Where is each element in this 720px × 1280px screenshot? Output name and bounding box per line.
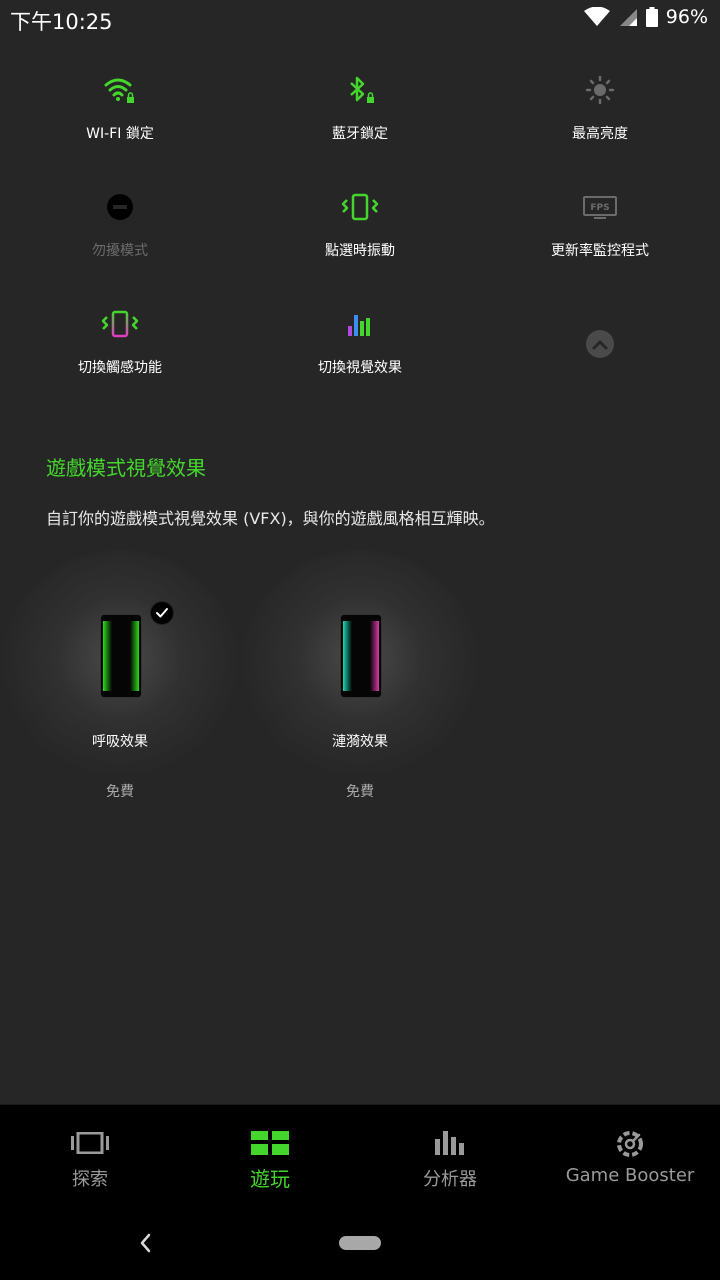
tile-fps-monitor[interactable]: FPS 更新率監控程式 (480, 187, 720, 287)
battery-icon (645, 7, 658, 27)
status-time: 下午10:25 (10, 10, 113, 34)
do-not-disturb-icon (0, 187, 240, 227)
chevron-up-icon (592, 340, 608, 350)
tile-label: 最高亮度 (572, 126, 628, 142)
game-booster-icon (540, 1127, 720, 1159)
tile-visual-effects-toggle[interactable]: 切換視覺效果 (240, 304, 480, 404)
collapse-button[interactable] (586, 330, 614, 358)
nav-label: 遊玩 (250, 1167, 290, 1191)
tile-tap-vibrate[interactable]: 點選時振動 (240, 187, 480, 287)
cell-signal-icon (619, 9, 637, 26)
wifi-signal-icon (583, 7, 610, 26)
phone-preview-breathing (100, 614, 142, 698)
tile-label: 更新率監控程式 (551, 243, 649, 259)
status-icons: 96% (583, 6, 708, 28)
vfx-name: 呼吸效果 (92, 734, 148, 750)
nav-tab-game-booster[interactable]: Game Booster (540, 1105, 720, 1207)
bottom-nav: 探索 遊玩 分析器 Game Booster (0, 1104, 720, 1207)
vibrate-icon (240, 187, 480, 227)
battery-percent: 96% (665, 6, 708, 28)
nav-tab-play[interactable]: 遊玩 (180, 1105, 360, 1207)
visual-effects-icon (240, 304, 480, 344)
home-button[interactable] (339, 1236, 381, 1250)
tile-do-not-disturb[interactable]: 勿擾模式 (0, 187, 240, 287)
phone-preview-ripple (340, 614, 382, 698)
section-title: 遊戲模式視覺效果 (46, 456, 206, 480)
play-grid-icon (180, 1127, 360, 1159)
nav-label: 分析器 (423, 1169, 477, 1190)
nav-tab-explore[interactable]: 探索 (0, 1105, 180, 1207)
tile-label: WI-FI 鎖定 (86, 126, 154, 142)
system-nav-bar (0, 1206, 720, 1280)
vfx-price: 免費 (106, 784, 134, 800)
status-bar: 下午10:25 96% (0, 0, 720, 38)
bluetooth-lock-icon (240, 70, 480, 110)
wifi-lock-icon (0, 70, 240, 110)
tile-label: 勿擾模式 (92, 243, 148, 259)
tile-bluetooth-lock[interactable]: 藍牙鎖定 (240, 70, 480, 170)
selected-check (150, 601, 174, 625)
nav-label: Game Booster (565, 1165, 695, 1186)
fps-icon: FPS (480, 187, 720, 227)
tile-wifi-lock[interactable]: WI-FI 鎖定 (0, 70, 240, 170)
brightness-icon (480, 70, 720, 110)
tile-label: 切換觸感功能 (78, 360, 162, 376)
nav-label: 探索 (72, 1169, 108, 1190)
check-icon (156, 608, 168, 618)
svg-text:FPS: FPS (590, 203, 609, 213)
tile-label: 點選時振動 (325, 243, 395, 259)
tile-label: 切換視覺效果 (318, 360, 402, 376)
vfx-name: 漣漪效果 (332, 734, 388, 750)
vfx-price: 免費 (346, 784, 374, 800)
nav-tab-analyzer[interactable]: 分析器 (360, 1105, 540, 1207)
section-description: 自訂你的遊戲模式視覺效果 (VFX)，與你的遊戲風格相互輝映。 (46, 509, 495, 528)
back-icon[interactable] (136, 1232, 156, 1254)
tile-label: 藍牙鎖定 (332, 126, 388, 142)
analyzer-icon (360, 1127, 540, 1159)
tile-haptics-toggle[interactable]: 切換觸感功能 (0, 304, 240, 404)
haptics-icon (0, 304, 240, 344)
tile-max-brightness[interactable]: 最高亮度 (480, 70, 720, 170)
explore-icon (0, 1127, 180, 1159)
